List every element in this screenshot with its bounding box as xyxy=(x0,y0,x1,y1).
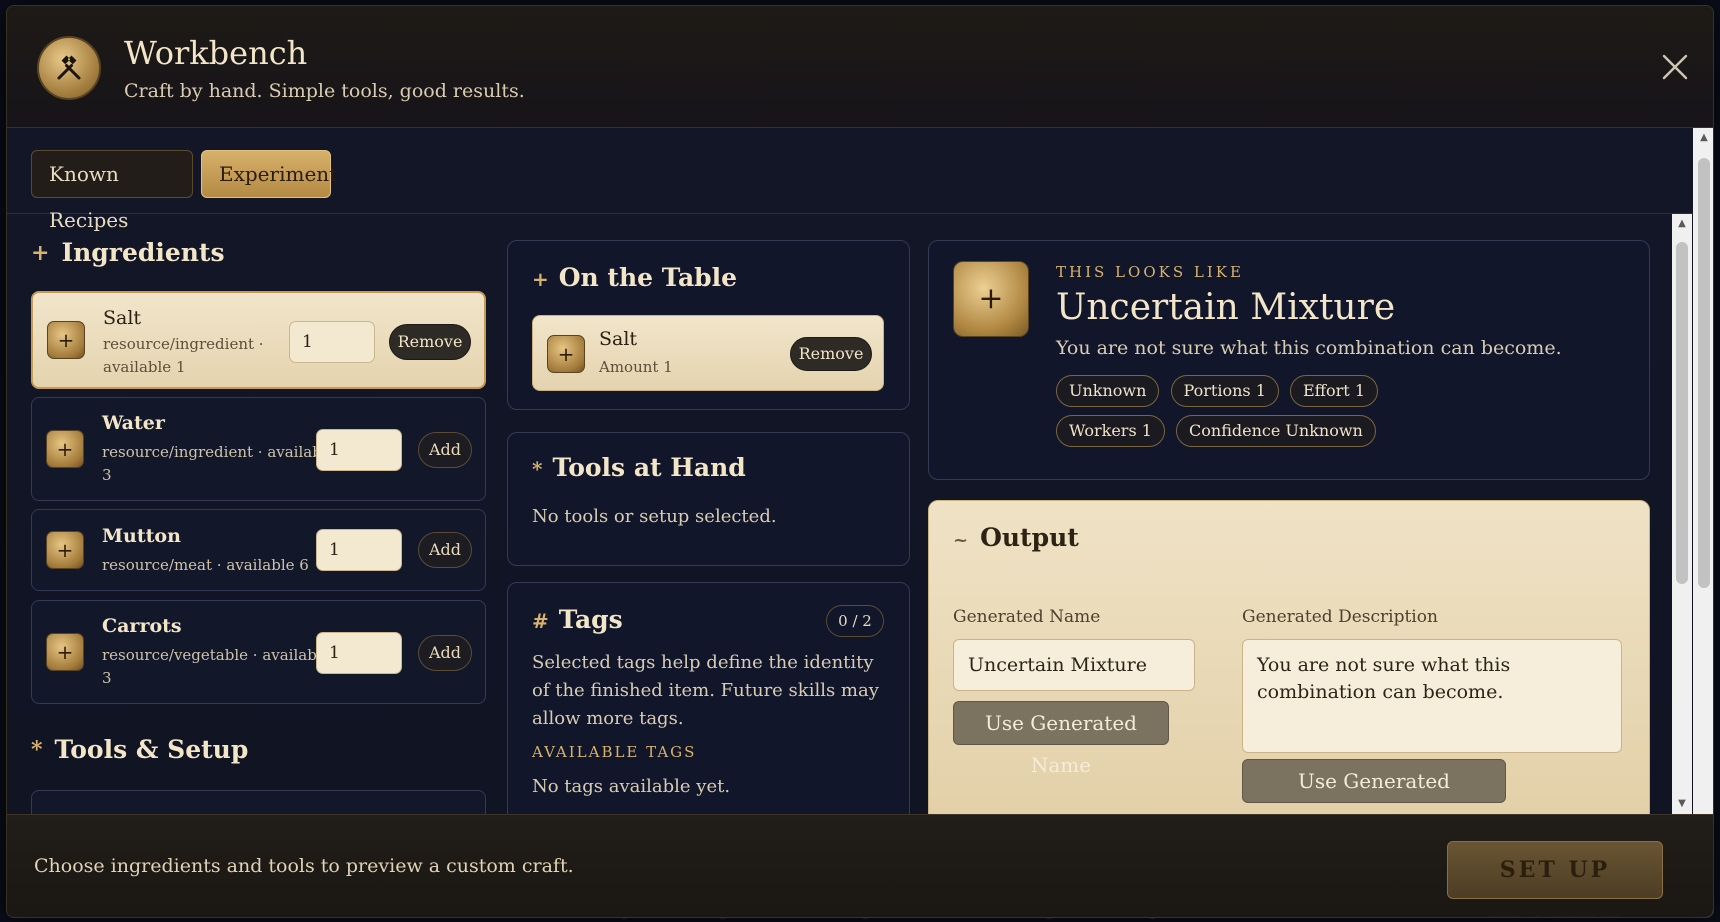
tools-setup-heading: * Tools & Setup xyxy=(31,735,249,764)
ingredient-icon: + xyxy=(46,531,84,569)
preview-panel: + THIS LOOKS LIKE Uncertain Mixture You … xyxy=(928,240,1650,480)
add-button[interactable]: Add xyxy=(418,532,472,568)
pill-effort: Effort 1 xyxy=(1289,375,1378,407)
scroll-down-icon[interactable]: ▼ xyxy=(1676,798,1688,810)
inner-scrollbar[interactable]: ▲ ▼ xyxy=(1672,214,1692,814)
star-icon: * xyxy=(532,457,543,481)
quantity-input[interactable]: 1 xyxy=(316,632,402,674)
ingredient-name: Carrots xyxy=(102,615,182,637)
ingredient-desc: resource/meat · available 6 xyxy=(102,556,309,574)
generated-description-label: Generated Description xyxy=(1242,607,1438,627)
preview-description: You are not sure what this combination c… xyxy=(1056,337,1562,359)
pill-portions: Portions 1 xyxy=(1170,375,1279,407)
tab-bar: Known Recipes Experiment xyxy=(7,128,1693,232)
table-item-amount: Amount 1 xyxy=(599,358,673,376)
output-panel: ~ Output Generated Name Uncertain Mixture… xyxy=(928,500,1650,814)
ingredient-desc: resource/ingredient · available xyxy=(102,443,336,461)
preview-eyebrow: THIS LOOKS LIKE xyxy=(1056,263,1244,281)
quantity-input[interactable]: 1 xyxy=(316,429,402,471)
ingredient-icon: + xyxy=(46,430,84,468)
quantity-input[interactable]: 1 xyxy=(289,321,375,363)
available-tags-label: AVAILABLE TAGS xyxy=(532,743,697,761)
table-item-name: Salt xyxy=(599,328,638,350)
preview-pills: Unknown Portions 1 Effort 1 Workers 1 Co… xyxy=(1056,375,1476,455)
set-up-project-button[interactable]: SET UP PROJECT xyxy=(1447,841,1663,917)
tools-at-hand-heading: * Tools at Hand xyxy=(532,453,746,482)
ingredient-card-salt[interactable]: + Salt resource/ingredient · available 1… xyxy=(31,291,486,389)
use-generated-description-button[interactable]: Use Generated Description xyxy=(1242,759,1506,814)
on-table-panel: + On the Table + Salt Amount 1 Remove xyxy=(507,240,910,410)
plus-icon: + xyxy=(532,267,549,291)
add-button[interactable]: Add xyxy=(418,635,472,671)
tools-empty-text: No tools or setup selected. xyxy=(532,506,777,527)
ingredient-desc: resource/ingredient · xyxy=(103,335,264,353)
scrollbar-thumb[interactable] xyxy=(1698,158,1710,588)
ingredient-desc: resource/vegetable · available xyxy=(102,646,331,664)
tags-count-badge: 0 / 2 xyxy=(826,605,884,637)
ingredient-name: Water xyxy=(102,412,165,434)
tool-card[interactable] xyxy=(31,790,486,814)
output-heading: ~ Output xyxy=(953,523,1079,552)
remove-button[interactable]: Remove xyxy=(389,324,471,360)
hammer-pick-icon xyxy=(37,36,101,100)
tilde-icon: ~ xyxy=(953,530,969,551)
pill-unknown: Unknown xyxy=(1056,375,1160,407)
preview-plus-icon: + xyxy=(953,261,1029,337)
generated-name-field[interactable]: Uncertain Mixture xyxy=(953,639,1195,691)
scroll-up-icon[interactable]: ▲ xyxy=(1698,132,1710,144)
outer-scrollbar[interactable]: ▲ xyxy=(1693,128,1713,917)
tags-heading: # Tags xyxy=(532,605,623,634)
tab-known-recipes[interactable]: Known Recipes xyxy=(31,150,193,232)
ingredient-icon: + xyxy=(47,321,85,359)
tags-panel: # Tags 0 / 2 Selected tags help define th… xyxy=(507,582,910,814)
pill-workers: Workers 1 xyxy=(1056,415,1165,447)
table-item-salt: + Salt Amount 1 Remove xyxy=(532,315,884,391)
on-table-heading: + On the Table xyxy=(532,263,738,292)
tab-experiment[interactable]: Experiment xyxy=(201,150,337,198)
tags-empty-text: No tags available yet. xyxy=(532,776,731,797)
add-button[interactable]: Add xyxy=(418,432,472,468)
scroll-up-icon[interactable]: ▲ xyxy=(1676,218,1688,230)
use-generated-name-button[interactable]: Use Generated Name xyxy=(953,701,1169,777)
ingredient-desc-cont: available 1 xyxy=(103,358,186,376)
modal-subtitle: Craft by hand. Simple tools, good result… xyxy=(124,80,525,102)
modal-header: Workbench Craft by hand. Simple tools, g… xyxy=(7,6,1713,128)
modal-footer: Choose ingredients and tools to preview … xyxy=(7,814,1713,917)
ingredient-name: Salt xyxy=(103,307,142,329)
plus-icon: + xyxy=(31,239,50,266)
hash-icon: # xyxy=(532,609,549,633)
ingredient-card-carrots[interactable]: + Carrots resource/vegetable · available… xyxy=(31,600,486,704)
footer-hint: Choose ingredients and tools to preview … xyxy=(34,855,574,877)
ingredient-desc-cont: 3 xyxy=(102,466,112,484)
close-icon[interactable] xyxy=(1657,51,1693,87)
generated-description-field[interactable]: You are not sure what this combination c… xyxy=(1242,639,1622,753)
quantity-input[interactable]: 1 xyxy=(316,529,402,571)
tags-help-text: Selected tags help define the identity o… xyxy=(532,652,879,729)
workbench-modal: Workbench Craft by hand. Simple tools, g… xyxy=(6,5,1714,918)
pill-confidence: Confidence Unknown xyxy=(1176,415,1376,447)
generated-name-label: Generated Name xyxy=(953,607,1101,627)
ingredient-name: Mutton xyxy=(102,525,181,547)
star-icon: * xyxy=(31,736,43,763)
tools-at-hand-panel: * Tools at Hand No tools or setup selecte… xyxy=(507,432,910,566)
remove-button[interactable]: Remove xyxy=(790,337,872,371)
ingredient-card-water[interactable]: + Water resource/ingredient · available … xyxy=(31,397,486,501)
ingredient-icon: + xyxy=(46,633,84,671)
ingredients-heading: + Ingredients xyxy=(31,238,225,267)
ingredient-card-mutton[interactable]: + Mutton resource/meat · available 6 1 A… xyxy=(31,509,486,591)
table-item-icon: + xyxy=(547,335,585,373)
modal-title: Workbench xyxy=(124,34,308,72)
scrollbar-thumb[interactable] xyxy=(1676,242,1688,584)
ingredient-desc-cont: 3 xyxy=(102,669,112,687)
preview-title: Uncertain Mixture xyxy=(1056,287,1396,328)
experiment-content: + Ingredients + Salt resource/ingredient… xyxy=(7,214,1672,814)
